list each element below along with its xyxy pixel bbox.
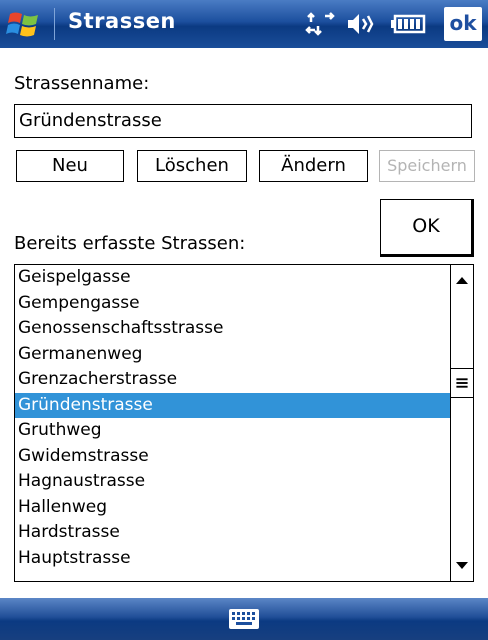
list-item[interactable]: Grenzacherstrasse — [15, 367, 451, 393]
scroll-up-arrow-icon[interactable] — [451, 265, 473, 295]
windows-start-icon[interactable] — [6, 6, 42, 42]
save-button[interactable]: Speichern — [379, 150, 475, 182]
list-item[interactable]: Gwidemstrasse — [15, 444, 451, 470]
list-item[interactable]: Germanenweg — [15, 342, 451, 368]
streets-list: Geispelgasse Gempengasse Genossenschafts… — [15, 265, 451, 571]
window-title: Strassen — [68, 9, 176, 33]
list-item[interactable]: Hagnaustrasse — [15, 469, 451, 495]
streets-listbox[interactable]: Geispelgasse Gempengasse Genossenschafts… — [14, 264, 474, 582]
list-item[interactable]: Gruthweg — [15, 418, 451, 444]
battery-icon[interactable] — [390, 10, 426, 38]
list-item[interactable]: Genossenschaftsstrasse — [15, 316, 451, 342]
new-button[interactable]: Neu — [16, 150, 124, 182]
title-ok-button[interactable]: ok — [444, 7, 482, 41]
change-button[interactable]: Ändern — [259, 150, 368, 182]
list-item[interactable]: Hallenweg — [15, 495, 451, 521]
connectivity-icon[interactable] — [305, 10, 335, 38]
street-name-input[interactable]: Gründenstrasse — [14, 104, 472, 138]
delete-button[interactable]: Löschen — [137, 150, 247, 182]
title-separator — [54, 8, 55, 40]
keyboard-icon[interactable] — [228, 608, 260, 630]
volume-icon[interactable] — [345, 10, 377, 38]
list-item[interactable]: Geispelgasse — [15, 265, 451, 291]
bottom-bar — [0, 598, 488, 640]
list-item[interactable]: Hardstrasse — [15, 520, 451, 546]
scroll-thumb[interactable] — [451, 368, 473, 398]
ok-button[interactable]: OK — [380, 199, 474, 257]
existing-streets-label: Bereits erfasste Strassen: — [14, 233, 246, 254]
list-scrollbar[interactable] — [450, 265, 473, 581]
title-bar: Strassen ok — [0, 0, 488, 48]
scroll-down-arrow-icon[interactable] — [451, 551, 473, 581]
list-item[interactable]: Gempengasse — [15, 291, 451, 317]
list-item-selected[interactable]: Gründenstrasse — [15, 392, 451, 418]
list-item[interactable]: Hauptstrasse — [15, 546, 451, 572]
street-name-label: Strassenname: — [14, 73, 150, 94]
